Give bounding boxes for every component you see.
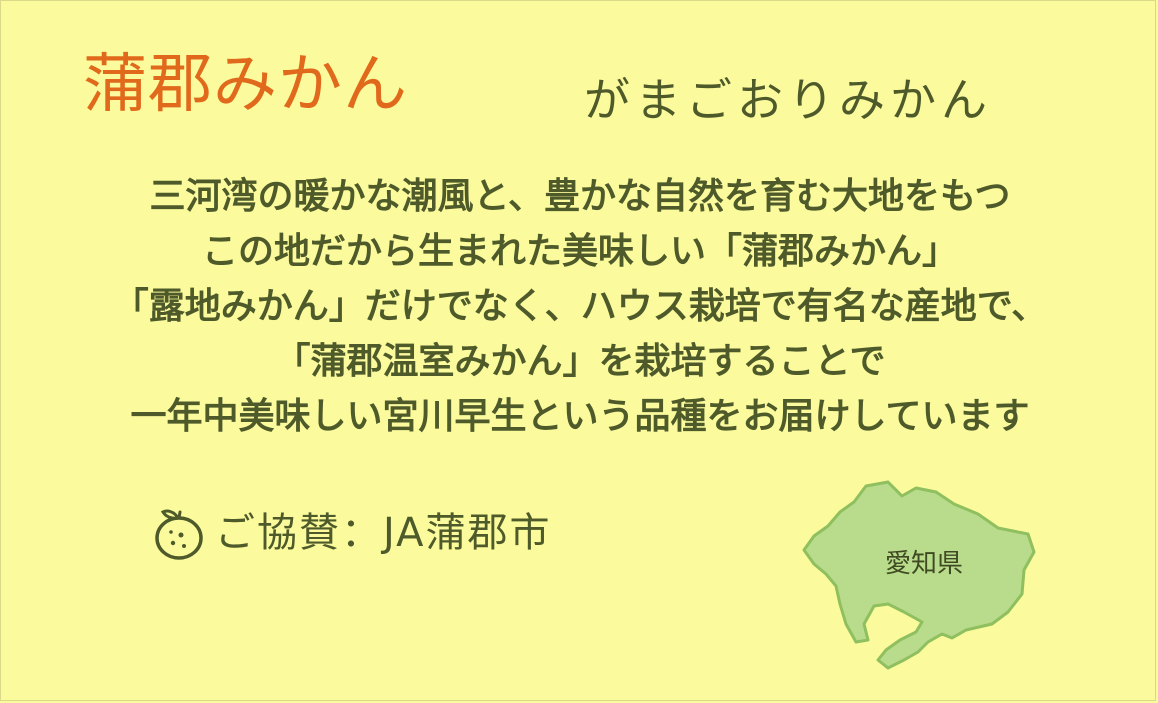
description-line: 「露地みかん」だけでなく、ハウス栽培で有名な産地で、	[112, 286, 1048, 327]
description-line: 三河湾の暖かな潮風と、豊かな自然を育む大地をもつ	[149, 176, 1011, 217]
sponsor: ご協賛：JA蒲郡市	[151, 503, 551, 563]
description-line: 一年中美味しい宮川早生という品種をお届けしています	[130, 396, 1030, 437]
map-label: 愛知県	[885, 549, 964, 579]
mikan-orange-icon	[155, 509, 203, 560]
title-reading: がまごおりみかん	[584, 73, 992, 127]
info-card: 蒲郡みかん がまごおりみかん 三河湾の暖かな潮風と、豊かな自然を育む大地をもつ …	[0, 0, 1156, 701]
sponsor-text: ご協賛：JA蒲郡市	[215, 510, 552, 556]
description-line: この地だから生まれた美味しい「蒲郡みかん」	[201, 231, 958, 272]
page-title: 蒲郡みかん	[83, 48, 408, 122]
description: 三河湾の暖かな潮風と、豊かな自然を育む大地をもつ この地だから生まれた美味しい「…	[1, 169, 1155, 444]
description-line: 「蒲郡温室みかん」を栽培することで	[274, 341, 886, 382]
